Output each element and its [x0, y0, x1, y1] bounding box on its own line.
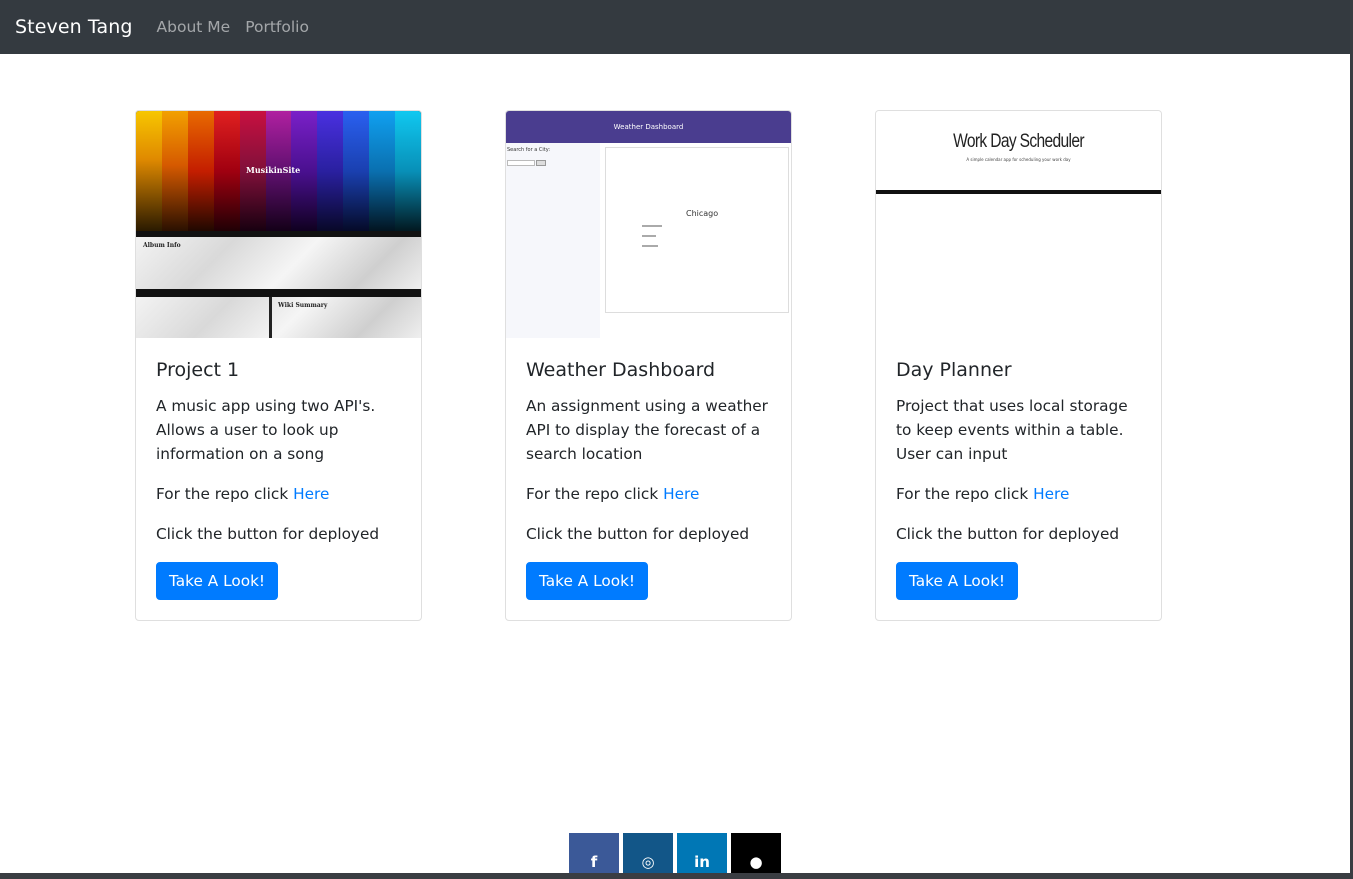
linkedin-button[interactable]: in	[677, 833, 727, 879]
linkedin-icon: in	[694, 853, 710, 871]
planner-title: Work Day Scheduler	[953, 131, 1084, 152]
planner-subtitle: A simple calendar app for scheduling you…	[966, 157, 1071, 162]
deploy-text: Click the button for deployed	[156, 524, 380, 543]
instagram-icon: ◎	[641, 853, 655, 871]
repo-prefix: For the repo click	[526, 484, 659, 503]
project-card-1: MusikinSite Album Info Wiki Summary Proj…	[135, 110, 422, 621]
panel-divider	[269, 297, 272, 338]
card-title: Day Planner	[896, 359, 1012, 381]
take-a-look-button[interactable]: Take A Look!	[896, 561, 1019, 600]
day-planner-thumbnail: Work Day Scheduler A simple calendar app…	[876, 111, 1161, 338]
repo-text: For the repo click Here	[526, 482, 771, 506]
facebook-button[interactable]: f	[569, 833, 619, 879]
weather-detail-line	[642, 245, 658, 247]
weather-search-label: Search for a City:	[507, 147, 551, 153]
weather-search-button	[536, 160, 546, 166]
repo-prefix: For the repo click	[896, 484, 1029, 503]
weather-detail-line	[642, 225, 662, 227]
card-body: Weather Dashboard An assignment using a …	[506, 338, 791, 620]
card-description: An assignment using a weather API to dis…	[526, 396, 768, 463]
project-1-thumbnail: MusikinSite Album Info Wiki Summary	[136, 111, 421, 338]
card-description: Project that uses local storage to keep …	[896, 396, 1128, 463]
facebook-icon: f	[590, 853, 598, 871]
weather-sidebar	[506, 143, 600, 338]
planner-divider	[876, 190, 1161, 194]
card-body: Project 1 A music app using two API's. A…	[136, 338, 421, 620]
portfolio-cards: MusikinSite Album Info Wiki Summary Proj…	[135, 110, 1162, 621]
repo-link[interactable]: Here	[293, 485, 329, 503]
music-site-title: MusikinSite	[246, 165, 301, 175]
album-info-label: Album Info	[143, 242, 181, 249]
card-title: Weather Dashboard	[526, 359, 716, 381]
weather-result-panel	[605, 147, 789, 313]
project-card-2: Weather Dashboard Search for a City: Chi…	[505, 110, 792, 621]
repo-link[interactable]: Here	[1033, 485, 1069, 503]
brand-link[interactable]: Steven Tang	[15, 16, 133, 38]
nav-link-about-me[interactable]: About Me	[157, 18, 231, 36]
take-a-look-button[interactable]: Take A Look!	[526, 561, 649, 600]
repo-text: For the repo click Here	[896, 482, 1141, 506]
project-card-3: Work Day Scheduler A simple calendar app…	[875, 110, 1162, 621]
instagram-button[interactable]: ◎	[623, 833, 673, 879]
deploy-text: Click the button for deployed	[896, 524, 1120, 543]
weather-dashboard-thumbnail: Weather Dashboard Search for a City: Chi…	[506, 111, 791, 338]
weather-search-input	[507, 160, 535, 166]
repo-link[interactable]: Here	[663, 485, 699, 503]
repo-prefix: For the repo click	[156, 484, 289, 503]
github-button[interactable]: ●	[731, 833, 781, 879]
card-body: Day Planner Project that uses local stor…	[876, 338, 1161, 620]
weather-header: Weather Dashboard	[506, 111, 791, 143]
navbar: Steven Tang About Me Portfolio	[0, 0, 1353, 54]
nav-link-portfolio[interactable]: Portfolio	[245, 18, 309, 36]
card-title: Project 1	[156, 359, 240, 381]
deploy-text: Click the button for deployed	[526, 524, 750, 543]
weather-city: Chicago	[686, 209, 719, 218]
card-description: A music app using two API's. Allows a us…	[156, 396, 376, 463]
repo-text: For the repo click Here	[156, 482, 401, 506]
wiki-summary-label: Wiki Summary	[278, 302, 328, 309]
social-links: f ◎ in ●	[569, 833, 781, 879]
take-a-look-button[interactable]: Take A Look!	[156, 561, 279, 600]
github-icon: ●	[749, 853, 763, 871]
weather-detail-line	[642, 235, 656, 237]
